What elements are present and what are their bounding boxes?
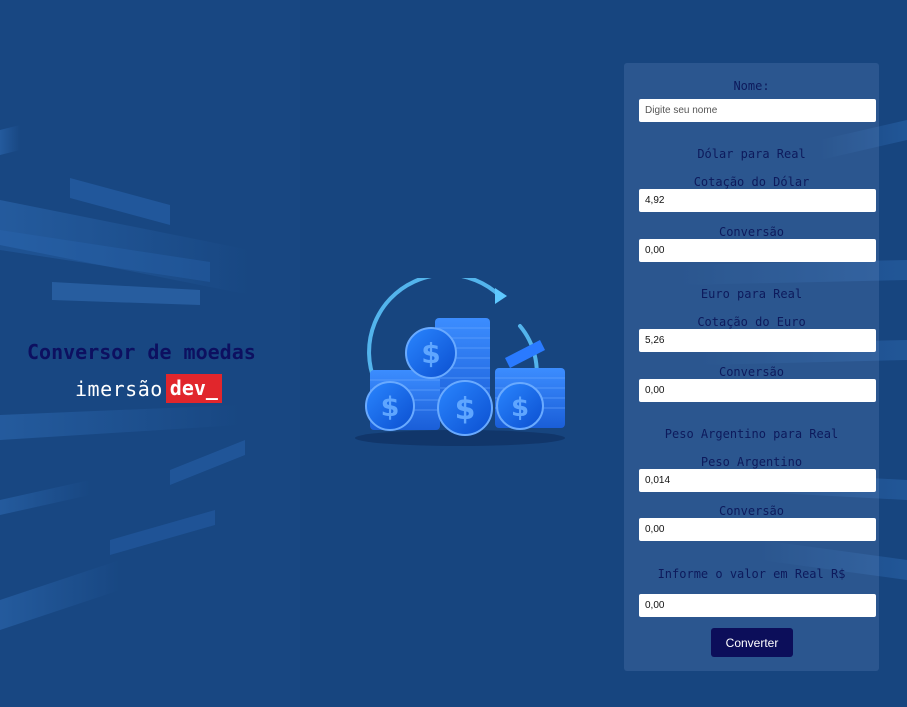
dollar-rate-label: Cotação do Dólar xyxy=(693,175,810,189)
euro-conversion-label: Conversão xyxy=(718,365,785,379)
amount-label: Informe o valor em Real R$ xyxy=(657,567,846,581)
convert-button[interactable]: Converter xyxy=(711,628,793,657)
logo-tag: dev_ xyxy=(165,374,222,403)
logo-word: imersão xyxy=(75,376,163,401)
name-label: Nome: xyxy=(733,79,770,93)
euro-section-title: Euro para Real xyxy=(700,287,803,301)
amount-input[interactable] xyxy=(639,594,876,617)
euro-rate-input[interactable] xyxy=(639,329,876,352)
euro-rate-label: Cotação do Euro xyxy=(697,315,806,329)
svg-text:$: $ xyxy=(455,392,476,427)
name-input[interactable] xyxy=(639,99,876,122)
peso-conversion-label: Conversão xyxy=(718,504,785,518)
dollar-section-title: Dólar para Real xyxy=(697,147,806,161)
svg-text:$: $ xyxy=(381,392,400,423)
euro-conversion-output[interactable] xyxy=(639,379,876,402)
coin-face: $ xyxy=(496,382,544,430)
coin-face: $ xyxy=(365,381,415,431)
peso-section-title: Peso Argentino para Real xyxy=(664,427,839,441)
dollar-rate-input[interactable] xyxy=(639,189,876,212)
dollar-conversion-label: Conversão xyxy=(718,225,785,239)
brand: Conversor de moedas imersão dev_ xyxy=(27,340,287,403)
page-title: Conversor de moedas xyxy=(27,340,256,364)
coin-stack-dollar-icon: $ $ $ $ xyxy=(355,278,565,446)
svg-text:$: $ xyxy=(421,337,440,370)
peso-conversion-output[interactable] xyxy=(639,518,876,541)
peso-rate-label: Peso Argentino xyxy=(700,455,803,469)
converter-panel: Nome: Dólar para Real Cotação do Dólar C… xyxy=(624,63,879,671)
svg-text:$: $ xyxy=(511,393,529,423)
peso-rate-input[interactable] xyxy=(639,469,876,492)
imersao-dev-logo: imersão dev_ xyxy=(75,374,287,403)
dollar-conversion-output[interactable] xyxy=(639,239,876,262)
coin-face: $ xyxy=(405,327,457,379)
coin-face: $ xyxy=(437,380,493,436)
